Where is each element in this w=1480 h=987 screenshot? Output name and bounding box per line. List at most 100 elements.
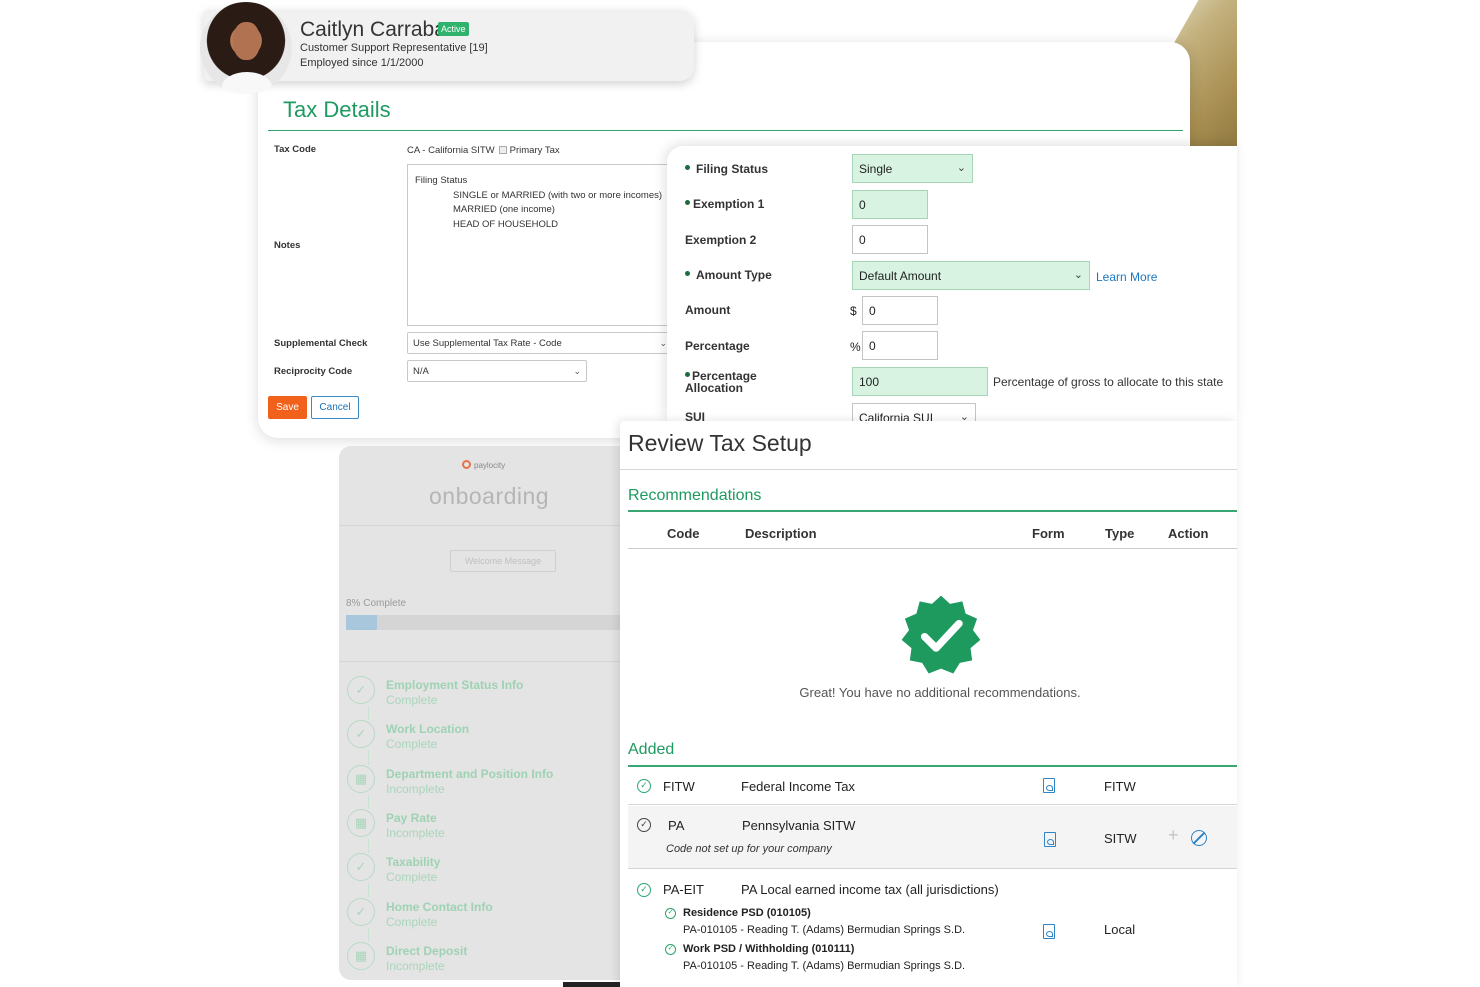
amount-type-label: Amount Type	[685, 269, 772, 281]
row-description: PA Local earned income tax (all jurisdic…	[741, 882, 999, 897]
percentage-allocation-label-line2: Allocation	[685, 381, 744, 395]
amount-input[interactable]: 0	[862, 296, 938, 325]
col-action: Action	[1168, 526, 1209, 541]
onboarding-panel: paylocity onboarding Welcome Message 8% …	[339, 446, 629, 980]
employee-title: Customer Support Representative [19]	[300, 42, 488, 54]
percentage-label: Percentage	[685, 339, 750, 353]
chevron-down-icon: ⌄	[573, 366, 581, 376]
added-heading: Added	[628, 741, 675, 758]
progress-bar	[346, 615, 621, 630]
notes-textarea[interactable]: Filing Status SINGLE or MARRIED (with tw…	[407, 164, 677, 326]
required-dot-icon	[685, 200, 690, 205]
row-description: Federal Income Tax	[741, 779, 855, 794]
percent-sign: %	[850, 340, 861, 354]
onboarding-divider	[339, 661, 629, 662]
calendar-icon: ▦	[347, 941, 375, 970]
onboarding-step[interactable]: ▦ Pay Rate Incomplete	[347, 807, 617, 847]
filing-status-label: Filing Status	[685, 163, 768, 175]
sui-select[interactable]: California SUI ⌄	[852, 403, 976, 422]
onboarding-step[interactable]: ✓ Work Location Complete	[347, 718, 617, 758]
amount-label: Amount	[685, 303, 731, 317]
table-row[interactable]: ✓ PA Pennsylvania SITW Code not set up f…	[628, 806, 1237, 869]
decorative-strip	[563, 982, 620, 987]
verified-badge-icon	[901, 595, 981, 674]
required-dot-icon	[685, 165, 690, 170]
exemption-1-label: Exemption 1	[685, 198, 764, 210]
row-code: PA	[668, 818, 685, 833]
amount-type-label-text: Amount Type	[696, 268, 772, 282]
filing-status-value: Single	[859, 162, 893, 176]
onboarding-header: paylocity onboarding	[339, 446, 629, 526]
percentage-allocation-label: Percentage Allocation	[685, 370, 757, 394]
check-icon: ✓	[347, 897, 375, 926]
check-circle-icon: ✓	[665, 908, 676, 919]
row-description: Pennsylvania SITW	[742, 818, 856, 833]
sub-item-detail: PA-010105 - Reading T. (Adams) Bermudian…	[683, 960, 966, 972]
onboarding-step[interactable]: ✓ Taxability Complete	[347, 851, 617, 891]
supplemental-check-select[interactable]: Use Supplemental Tax Rate - Code ⌄	[407, 332, 673, 354]
chevron-down-icon: ⌄	[659, 338, 667, 348]
progress-bar-fill	[346, 615, 377, 630]
dollar-sign: $	[850, 304, 857, 318]
block-icon[interactable]	[1191, 830, 1207, 846]
no-recommendations-message: Great! You have no additional recommenda…	[799, 685, 1081, 700]
onboarding-step[interactable]: ✓ Employment Status Info Complete	[347, 674, 617, 714]
onboarding-step[interactable]: ▦ Department and Position Info Incomplete	[347, 763, 617, 803]
filing-status-label-text: Filing Status	[696, 162, 768, 176]
row-type: FITW	[1104, 779, 1136, 794]
step-name: Work Location	[386, 722, 470, 737]
notes-line: Filing Status	[415, 175, 468, 186]
reciprocity-code-label: Reciprocity Code	[274, 366, 353, 377]
exemption-2-label: Exemption 2	[685, 233, 757, 247]
step-name: Employment Status Info	[386, 678, 524, 692]
percentage-input[interactable]: 0	[862, 331, 938, 360]
learn-more-link[interactable]: Learn More	[1096, 270, 1157, 284]
sub-item-detail: PA-010105 - Reading T. (Adams) Bermudian…	[683, 924, 966, 936]
cancel-button[interactable]: Cancel	[311, 396, 359, 419]
step-name: Taxability	[386, 855, 441, 870]
avatar	[200, 2, 292, 94]
row-code: PA-EIT	[663, 882, 704, 897]
recommendations-heading: Recommendations	[628, 487, 762, 504]
chevron-down-icon: ⌄	[1073, 269, 1083, 281]
tax-code-text: CA - California SITW	[407, 145, 495, 156]
save-button[interactable]: Save	[268, 396, 307, 419]
sub-item-title: Work PSD / Withholding (010111)	[683, 943, 855, 955]
progress-label: 8% Complete	[346, 598, 407, 609]
filing-status-select[interactable]: Single ⌄	[852, 154, 973, 183]
supplemental-check-label: Supplemental Check	[274, 338, 368, 349]
amount-type-value: Default Amount	[859, 269, 942, 283]
title-divider	[620, 469, 1237, 470]
required-dot-icon	[685, 372, 690, 377]
exemption-1-input[interactable]: 0	[852, 190, 928, 219]
reciprocity-code-select[interactable]: N/A ⌄	[407, 360, 587, 382]
check-circle-icon: ✓	[637, 779, 651, 793]
onboarding-step[interactable]: ▦ Direct Deposit Incomplete	[347, 940, 617, 980]
step-name: Direct Deposit	[386, 943, 468, 958]
paylocity-logo-icon	[462, 460, 471, 469]
primary-tax-checkbox[interactable]	[498, 146, 507, 154]
step-name: Home Contact Info	[386, 899, 493, 914]
onboarding-step[interactable]: ✓ Home Contact Info Complete	[347, 896, 617, 936]
step-status: Incomplete	[386, 781, 445, 796]
exemption-2-input[interactable]: 0	[852, 225, 928, 254]
primary-tax-label: Primary Tax	[509, 145, 560, 156]
pdf-form-icon[interactable]	[1043, 924, 1055, 939]
row-note: Code not set up for your company	[666, 843, 832, 855]
step-name: Pay Rate	[386, 810, 437, 825]
step-name: Department and Position Info	[386, 766, 554, 781]
employee-name: Caitlyn Carraba	[300, 18, 446, 41]
col-type: Type	[1105, 526, 1135, 541]
required-dot-icon	[685, 271, 690, 276]
calendar-icon: ▦	[347, 808, 375, 837]
welcome-message-button[interactable]: Welcome Message	[450, 550, 556, 572]
col-form: Form	[1032, 526, 1065, 541]
amount-type-select[interactable]: Default Amount ⌄	[852, 261, 1090, 290]
add-icon[interactable]: +	[1168, 825, 1179, 846]
pdf-form-icon[interactable]	[1044, 832, 1056, 847]
sub-item-title: Residence PSD (010105)	[683, 907, 811, 919]
percentage-allocation-input[interactable]: 100	[852, 367, 988, 396]
pdf-form-icon[interactable]	[1043, 778, 1055, 793]
table-row[interactable]: ✓ PA-EIT PA Local earned income tax (all…	[628, 870, 1237, 987]
table-row[interactable]: ✓ FITW Federal Income Tax FITW	[628, 767, 1237, 805]
